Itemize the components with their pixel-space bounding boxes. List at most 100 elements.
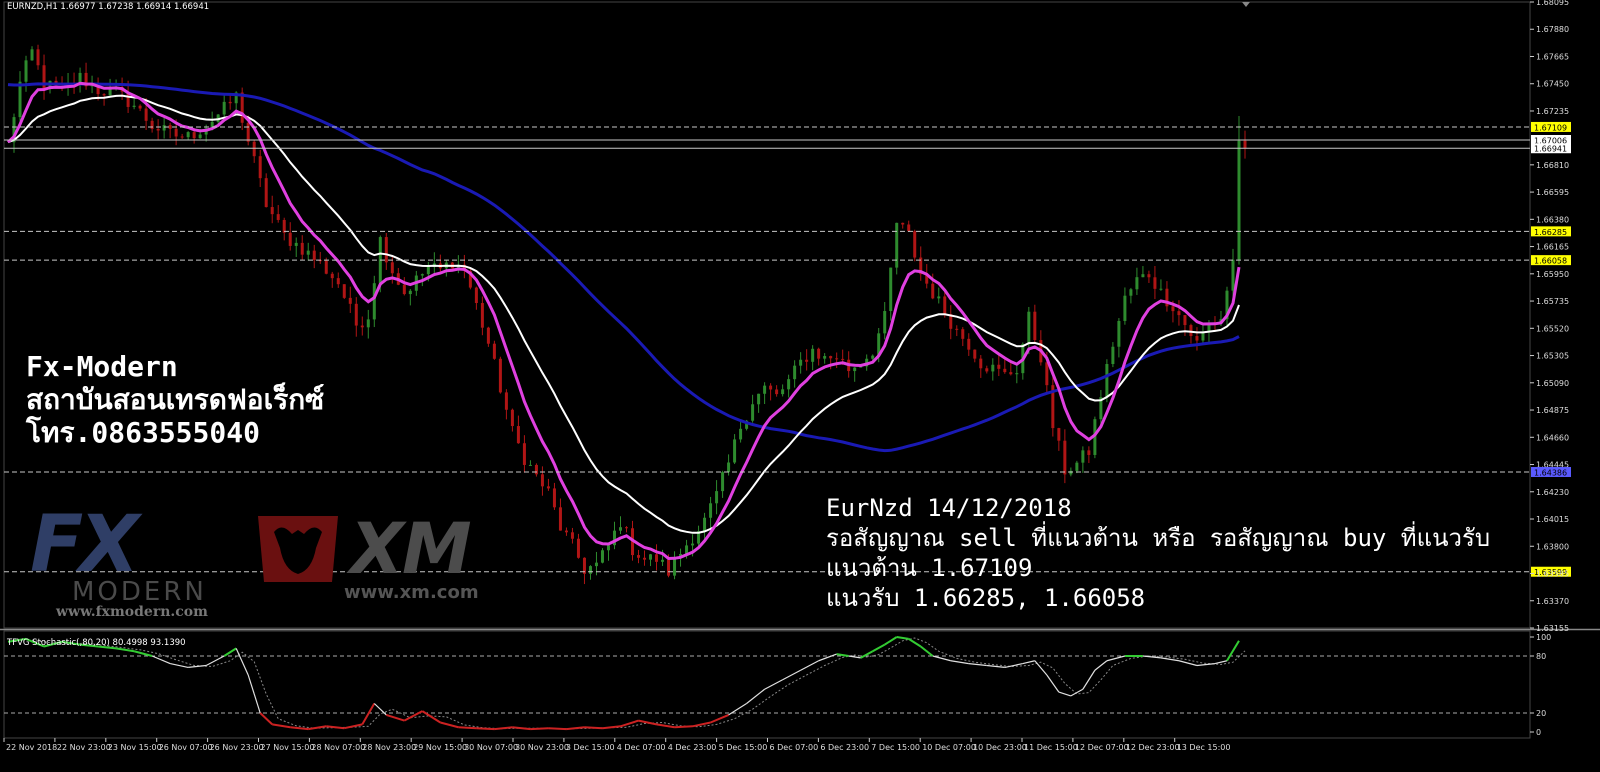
price-tick-label: 1.64230 xyxy=(1536,488,1569,497)
stochastic-main-segment xyxy=(656,723,675,729)
price-tag-label: 1.64386 xyxy=(1534,469,1567,478)
stochastic-main-segment xyxy=(1106,655,1126,662)
time-tick-label: 22 Nov 2018 xyxy=(6,743,57,752)
candle-body xyxy=(793,365,797,380)
candle-body xyxy=(348,297,352,304)
candle-body xyxy=(312,250,316,261)
stochastic-main-segment xyxy=(710,713,729,724)
price-tick-label: 1.63155 xyxy=(1536,624,1569,633)
stochastic-main-segment xyxy=(1196,663,1216,667)
candle-body xyxy=(306,250,310,255)
candle-body xyxy=(985,368,989,372)
candle-body xyxy=(853,367,857,372)
candle-body xyxy=(564,530,568,533)
candle-body xyxy=(258,156,262,179)
candle-body xyxy=(673,557,677,576)
candle-body xyxy=(883,311,887,334)
candle-body xyxy=(36,49,40,66)
candle-body xyxy=(1075,462,1079,471)
stochastic-main-segment xyxy=(115,647,135,653)
time-tick-label: 7 Dec 15:00 xyxy=(871,743,920,752)
candle-body xyxy=(360,325,364,328)
stochastic-main-segment xyxy=(1214,660,1228,665)
candle-body xyxy=(715,491,719,504)
candle-body xyxy=(30,49,34,61)
candle-body xyxy=(1171,306,1175,312)
oscillator-header: TFVG Stochastic(,80,20) 80.4998 93.1390 xyxy=(7,638,186,648)
stochastic-main-segment xyxy=(308,725,327,731)
candle-body xyxy=(222,101,226,115)
price-tick-label: 1.65520 xyxy=(1536,324,1569,333)
time-tick-label: 28 Nov 07:00 xyxy=(311,743,365,752)
chart-shift-marker xyxy=(1242,2,1250,7)
candle-body xyxy=(1141,274,1145,278)
candle-body xyxy=(420,274,424,276)
candle-body xyxy=(228,101,232,104)
candle-body xyxy=(552,488,556,508)
analysis-resistance: แนวต้าน 1.67109 xyxy=(826,554,1033,582)
candle-body xyxy=(1177,311,1181,316)
time-tick-label: 30 Nov 23:00 xyxy=(515,743,569,752)
time-tick-label: 4 Dec 07:00 xyxy=(617,743,666,752)
candle-body xyxy=(288,232,292,246)
candle-body xyxy=(1009,372,1013,375)
stochastic-main-segment xyxy=(1046,674,1060,693)
stochastic-main-segment xyxy=(872,643,886,653)
price-tick-label: 1.63800 xyxy=(1536,542,1569,551)
stochastic-main-segment xyxy=(1058,691,1072,697)
candle-body xyxy=(1027,311,1031,344)
candle-body xyxy=(829,356,833,359)
candle-body xyxy=(811,348,815,362)
price-tick-label: 1.66165 xyxy=(1536,243,1569,252)
candle-body xyxy=(342,284,346,298)
analysis-annotation: EurNzd 14/12/2018 รอสัญญาณ sell ที่แนวต้… xyxy=(826,493,1490,613)
candle-body xyxy=(354,303,358,326)
candle-body xyxy=(246,122,250,142)
stochastic-main-segment xyxy=(782,669,801,681)
candle-body xyxy=(372,283,376,320)
fx-modern-url: www.fxmodern.com xyxy=(56,604,208,620)
candle-body xyxy=(691,543,695,546)
candle-body xyxy=(667,559,671,576)
time-tick-label: 22 Nov 23:00 xyxy=(57,743,111,752)
stochastic-main-segment xyxy=(1034,660,1048,676)
stochastic-main-segment xyxy=(326,725,345,730)
candle-body xyxy=(991,364,995,372)
candle-body xyxy=(102,94,106,96)
candle-body xyxy=(1231,259,1235,291)
analysis-support: แนวรับ 1.66285, 1.66058 xyxy=(826,584,1146,612)
stochastic-main-segment xyxy=(247,674,261,714)
candle-body xyxy=(889,267,893,312)
stochastic-main-segment xyxy=(896,636,909,640)
candle-body xyxy=(402,284,406,295)
stochastic-main-segment xyxy=(800,660,819,671)
ma-fast-line xyxy=(6,81,1241,561)
candle-body xyxy=(1195,336,1199,341)
time-tick-label: 28 Nov 23:00 xyxy=(362,743,416,752)
candle-body xyxy=(336,278,340,285)
candle-body xyxy=(967,338,971,350)
candle-body xyxy=(625,527,628,529)
candle-body xyxy=(709,503,713,518)
price-tag-label: 1.67109 xyxy=(1534,123,1567,132)
candle-body xyxy=(252,141,256,157)
time-tick-label: 26 Nov 23:00 xyxy=(210,743,264,752)
candle-body xyxy=(516,426,520,444)
candle-body xyxy=(330,273,334,279)
stochastic-main-segment xyxy=(386,713,405,722)
candle-body xyxy=(498,358,502,393)
price-tick-label: 1.64015 xyxy=(1536,515,1569,524)
time-tick-label: 13 Dec 15:00 xyxy=(1177,743,1231,752)
candle-body xyxy=(1153,277,1157,289)
price-tick-label: 1.65305 xyxy=(1536,352,1569,361)
price-tick-label: 1.66380 xyxy=(1536,215,1569,224)
candle-body xyxy=(649,554,653,560)
xm-bull-icon xyxy=(258,516,338,582)
candle-body xyxy=(901,222,905,225)
price-tick-label: 1.66595 xyxy=(1536,188,1569,197)
stochastic-main-segment xyxy=(170,663,189,668)
candle-body xyxy=(1033,311,1037,341)
candle-body xyxy=(276,214,280,220)
stochastic-main-segment xyxy=(818,653,837,662)
candle-body xyxy=(324,260,328,274)
